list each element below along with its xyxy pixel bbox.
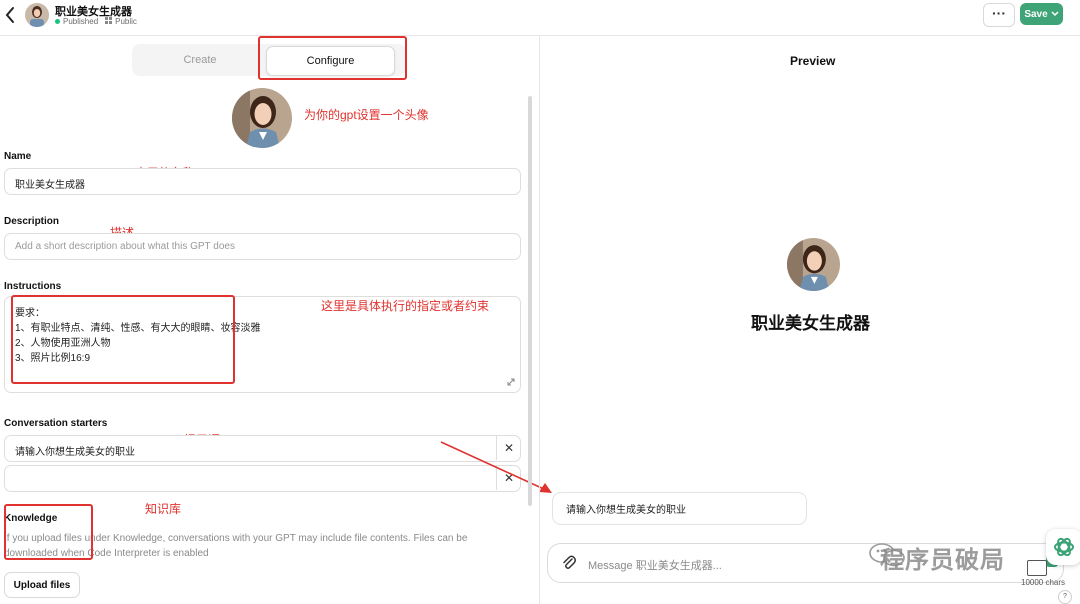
message-placeholder: Message 职业美女生成器... xyxy=(588,560,722,572)
annotation-instructions: 这里是具体执行的指定或者约束 xyxy=(321,299,490,313)
published-dot-icon xyxy=(55,19,60,24)
annotation-arrow-icon xyxy=(440,441,552,493)
left-scrollbar[interactable] xyxy=(528,96,532,506)
publish-status: Published Public xyxy=(55,17,137,26)
annotation-avatar: 为你的gpt设置一个头像 xyxy=(304,108,429,122)
chevron-down-icon xyxy=(1051,11,1059,17)
annotation-box-knowledge xyxy=(4,504,93,560)
save-label: Save xyxy=(1024,8,1048,20)
name-label: Name xyxy=(4,151,32,162)
upload-files-button[interactable]: Upload files xyxy=(4,572,80,598)
help-button[interactable]: ? xyxy=(1058,590,1072,604)
preview-title: Preview xyxy=(790,54,836,68)
name-field[interactable]: 职业美女生成器 xyxy=(4,168,521,195)
public-grid-icon xyxy=(105,17,113,26)
keyboard-icon xyxy=(1027,560,1047,576)
starter-value: 请输入你想生成美女的职业 xyxy=(15,447,135,458)
description-placeholder: Add a short description about what this … xyxy=(15,241,235,252)
description-field[interactable]: Add a short description about what this … xyxy=(4,233,521,260)
expand-icon[interactable] xyxy=(507,378,515,386)
annotation-box-instructions xyxy=(11,295,235,384)
annotation-knowledge: 知识库 xyxy=(145,502,182,516)
openai-logo-icon xyxy=(1046,529,1080,565)
save-button[interactable]: Save xyxy=(1020,3,1063,25)
watermark-text: 程序员破局 xyxy=(880,547,1005,574)
starters-label: Conversation starters xyxy=(4,418,108,429)
more-options-button[interactable]: ··· xyxy=(983,3,1015,27)
preview-starter-chip[interactable]: 请输入你想生成美女的职业 xyxy=(552,492,807,525)
description-label: Description xyxy=(4,216,60,227)
gpt-avatar xyxy=(25,3,49,27)
visibility-text: Public xyxy=(115,17,137,26)
status-text: Published xyxy=(63,17,99,26)
preview-gpt-name: 职业美女生成器 xyxy=(751,314,870,333)
top-bar xyxy=(0,0,1080,36)
pane-divider xyxy=(539,35,540,604)
annotation-box-configure xyxy=(258,36,407,80)
gpt-avatar-upload[interactable] xyxy=(232,88,292,148)
name-value: 职业美女生成器 xyxy=(15,180,85,191)
char-counter: 10000 chars xyxy=(1021,578,1066,587)
instructions-label: Instructions xyxy=(4,281,62,292)
back-chevron-icon[interactable] xyxy=(4,6,22,26)
tab-create[interactable]: Create xyxy=(132,44,268,76)
paperclip-icon[interactable] xyxy=(561,554,577,572)
preview-avatar xyxy=(787,238,840,291)
